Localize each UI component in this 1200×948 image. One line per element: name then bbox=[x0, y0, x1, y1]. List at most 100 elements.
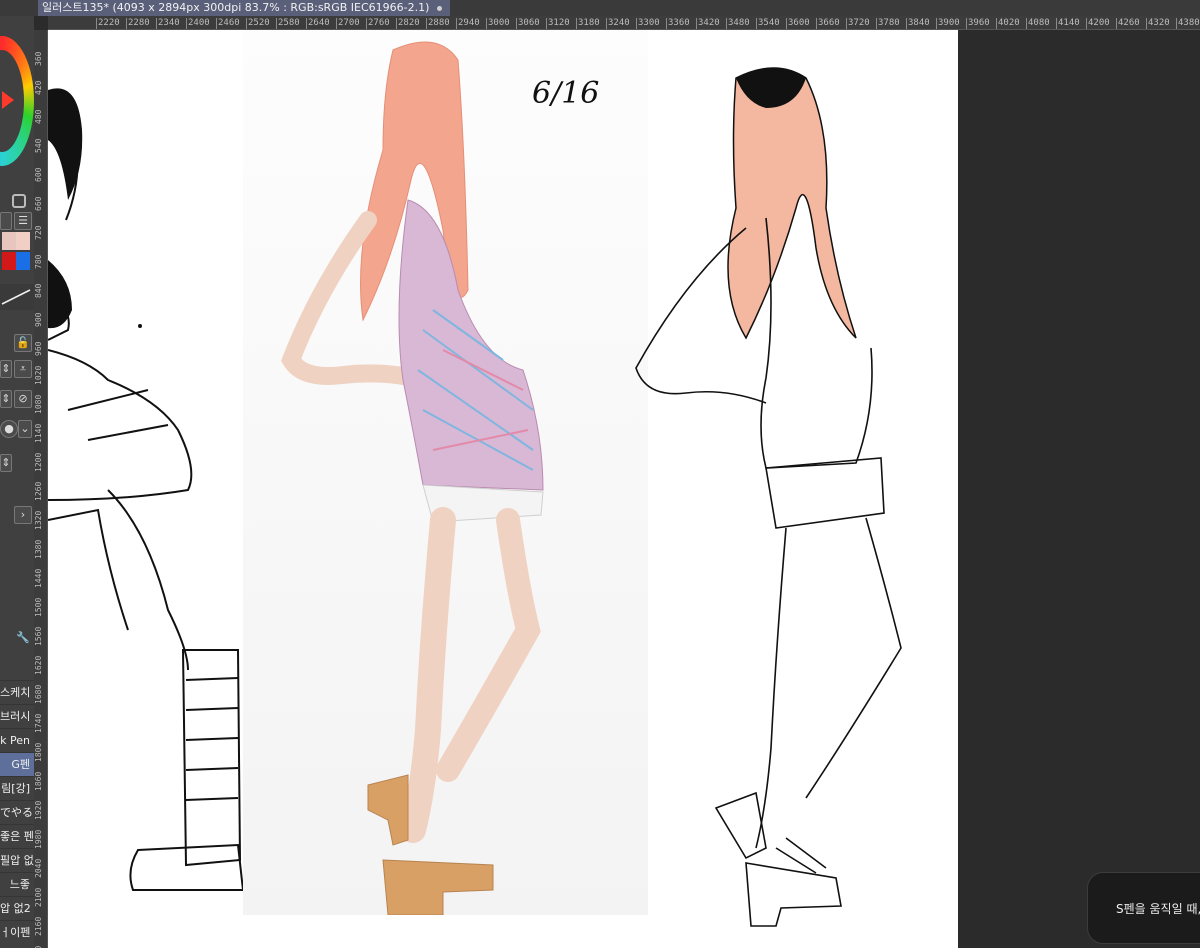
ruler-tick-text: 1860 bbox=[34, 771, 43, 791]
settings-icon[interactable] bbox=[12, 194, 26, 208]
ruler-tick-label: 1860 bbox=[34, 772, 47, 791]
ruler-tick-label: 780 bbox=[34, 255, 47, 269]
left-sketch-figure bbox=[48, 88, 245, 891]
ruler-tick-text: 1740 bbox=[34, 713, 43, 733]
sub-tool-item[interactable]: G펜 bbox=[0, 752, 34, 776]
ruler-tick-label: 4380 bbox=[1176, 18, 1200, 29]
reference-photo bbox=[243, 30, 648, 916]
layer-icon[interactable] bbox=[0, 212, 12, 230]
sub-tool-item[interactable]: ㅓ이펜 bbox=[0, 920, 34, 944]
close-dot-icon[interactable] bbox=[437, 5, 443, 11]
ruler-tick-label: 2700 bbox=[336, 18, 360, 29]
menu-icon[interactable]: ☰ bbox=[14, 212, 32, 230]
sub-tool-item[interactable]: 스케치 bbox=[0, 680, 34, 704]
ruler-tick-text: 1020 bbox=[34, 365, 43, 385]
ruler-tick-label: 1800 bbox=[34, 743, 47, 762]
sub-tool-item[interactable]: 좋은 펜 bbox=[0, 824, 34, 848]
ruler-tick-text: 360 bbox=[34, 51, 43, 66]
ruler-tick-label: 1620 bbox=[34, 656, 47, 675]
ruler-tick-text: 420 bbox=[34, 80, 43, 95]
sub-tool-item[interactable]: 필압 없 bbox=[0, 848, 34, 872]
ruler-tick-label: 1560 bbox=[34, 627, 47, 646]
ruler-tick-label: 360 bbox=[34, 52, 47, 66]
ruler-tick-text: 1140 bbox=[34, 423, 43, 443]
ruler-tick-label: 420 bbox=[34, 81, 47, 95]
ruler-tick-text: 600 bbox=[34, 167, 43, 182]
ruler-tick-label: 4260 bbox=[1116, 18, 1140, 29]
ruler-tick-label: 960 bbox=[34, 342, 47, 356]
ruler-tick-label: 660 bbox=[34, 197, 47, 211]
stepper-icon[interactable]: ⇕ bbox=[0, 390, 12, 408]
left-tool-panel: ☰ 🔓 ⇕ ⩡ ⇕ ⊘ ● ⌄ ⇕ › 🔧 스케치 브러시 k Pen G펜 림[강] で… bbox=[0, 16, 34, 948]
brush-tip-icon[interactable]: ● bbox=[0, 420, 18, 438]
ruler-tick-label: 2760 bbox=[366, 18, 390, 29]
ruler-tick-text: 1800 bbox=[34, 742, 43, 762]
ruler-tick-label: 3720 bbox=[846, 18, 870, 29]
ruler-tick-text: 2100 bbox=[34, 887, 43, 907]
ruler-tick-label: 3840 bbox=[906, 18, 930, 29]
ruler-tick-label: 2820 bbox=[396, 18, 420, 29]
lock-icon[interactable]: 🔓 bbox=[14, 334, 32, 352]
ruler-tick-label: 3120 bbox=[546, 18, 570, 29]
ruler-tick-label: 1980 bbox=[34, 830, 47, 849]
ruler-tick-label: 4200 bbox=[1086, 18, 1110, 29]
clip-studio-window: 일러스트135* (4093 x 2894px 300dpi 83.7% : R… bbox=[0, 0, 1200, 948]
s-pen-toast: S펜을 움직일 때, bbox=[1087, 872, 1200, 944]
ruler-tick-label: 2460 bbox=[216, 18, 240, 29]
swatch-peach[interactable] bbox=[16, 232, 30, 250]
swatch-skin[interactable] bbox=[2, 232, 16, 250]
ruler-tick-label: 4320 bbox=[1146, 18, 1170, 29]
sub-tool-item[interactable]: 브러시 bbox=[0, 704, 34, 728]
chevron-down-icon[interactable]: ⌄ bbox=[18, 420, 32, 438]
ruler-tick-label: 1260 bbox=[34, 482, 47, 501]
sub-tool-item[interactable]: k Pen bbox=[0, 728, 34, 752]
ruler-tick-label: 1020 bbox=[34, 366, 47, 385]
ruler-tick-text: 720 bbox=[34, 225, 43, 240]
swatch-blue[interactable] bbox=[16, 252, 30, 270]
ruler-tick-label: 3420 bbox=[696, 18, 720, 29]
ruler-tick-label: 4140 bbox=[1056, 18, 1080, 29]
swatch-red[interactable] bbox=[2, 252, 16, 270]
document-tab[interactable]: 일러스트135* (4093 x 2894px 300dpi 83.7% : R… bbox=[38, 0, 451, 16]
wrench-icon[interactable]: 🔧 bbox=[14, 630, 32, 648]
ruler-tick-text: 2160 bbox=[34, 916, 43, 936]
wheel-pointer-icon[interactable] bbox=[2, 91, 14, 109]
ruler-tick-label: 2160 bbox=[34, 917, 47, 936]
ruler-tick-text: 900 bbox=[34, 312, 43, 327]
ruler-tick-label: 1140 bbox=[34, 424, 47, 443]
ruler-tick-text: 1980 bbox=[34, 829, 43, 849]
toast-text: S펜을 움직일 때, bbox=[1116, 902, 1200, 916]
ruler-tick-label: 2400 bbox=[186, 18, 210, 29]
ruler-tick-label: 1440 bbox=[34, 569, 47, 588]
ruler-tick-label: 1680 bbox=[34, 685, 47, 704]
ruler-tick-label: 840 bbox=[34, 284, 47, 298]
ruler-tick-label: 3000 bbox=[486, 18, 510, 29]
sub-tool-item[interactable]: 림[강] bbox=[0, 776, 34, 800]
pressure-off-icon[interactable]: ⊘ bbox=[14, 390, 32, 408]
ruler-tick-label: 2580 bbox=[276, 18, 300, 29]
ruler-tick-label: 3060 bbox=[516, 18, 540, 29]
ruler-tick-label: 2040 bbox=[34, 859, 47, 878]
ruler-tick-label: 1920 bbox=[34, 801, 47, 820]
ruler-tick-label: 1320 bbox=[34, 511, 47, 530]
sub-tool-item[interactable]: 압 없2 bbox=[0, 896, 34, 920]
sub-tool-item[interactable]: 느좋 bbox=[0, 872, 34, 896]
ruler-tick-label: 600 bbox=[34, 168, 47, 182]
sub-tool-item[interactable]: でやる bbox=[0, 800, 34, 824]
ruler-tick-text: 1920 bbox=[34, 800, 43, 820]
ruler-tick-text: 1320 bbox=[34, 510, 43, 530]
pressure-icon[interactable]: ⩡ bbox=[14, 360, 32, 378]
ruler-tick-label: 2640 bbox=[306, 18, 330, 29]
ruler-tick-text: 780 bbox=[34, 254, 43, 269]
stepper-icon[interactable]: ⇕ bbox=[0, 360, 12, 378]
ruler-tick-label: 3660 bbox=[816, 18, 840, 29]
ruler-vertical: 360 420 480 540 600 660 720 780 840 900 960 1020 108… bbox=[34, 30, 48, 948]
ruler-tick-text: 540 bbox=[34, 138, 43, 153]
chevron-right-icon[interactable]: › bbox=[14, 506, 32, 524]
drawing-canvas[interactable]: 6/16 bbox=[48, 30, 958, 948]
ruler-tick-text: 2040 bbox=[34, 858, 43, 878]
stepper-icon[interactable]: ⇕ bbox=[0, 454, 12, 472]
ruler-tick-label: 3480 bbox=[726, 18, 750, 29]
brush-tip-preview bbox=[0, 284, 34, 310]
ruler-tick-label: 3960 bbox=[966, 18, 990, 29]
